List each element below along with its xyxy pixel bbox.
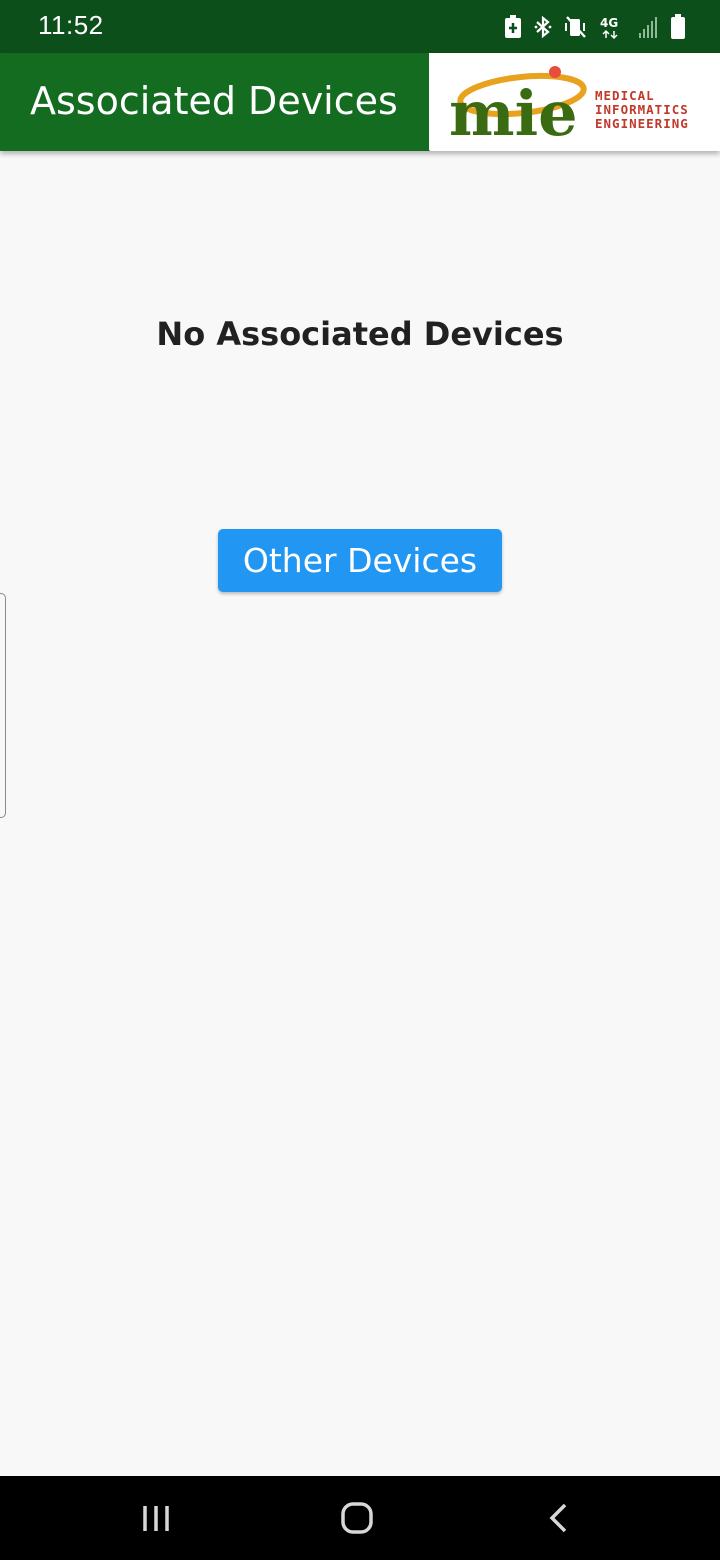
navigation-bar <box>0 1476 720 1560</box>
app-bar: Associated Devices mie MEDICAL INFORMATI… <box>0 53 720 151</box>
home-icon <box>341 1502 373 1534</box>
status-bar: 11:52 4G <box>0 0 720 53</box>
status-icons: 4G <box>504 13 686 41</box>
page-title: Associated Devices <box>30 79 398 123</box>
mie-logo-mark: mie <box>449 66 587 150</box>
4g-lte-icon: 4G <box>600 16 618 40</box>
recents-icon <box>143 1506 169 1531</box>
battery-icon <box>671 14 685 39</box>
mie-logo: mie MEDICAL INFORMATICS ENGINEERING <box>429 53 720 151</box>
logo-line-2: INFORMATICS <box>595 102 689 117</box>
recents-button[interactable] <box>116 1492 196 1544</box>
no-devices-message: No Associated Devices <box>156 315 564 353</box>
logo-line-1: MEDICAL <box>595 88 655 103</box>
back-button[interactable] <box>519 1492 599 1544</box>
signal-icon <box>639 17 657 38</box>
status-time: 11:52 <box>38 10 104 40</box>
vibrate-mute-icon <box>565 16 586 38</box>
svg-text:mie: mie <box>449 77 578 150</box>
logo-line-3: ENGINEERING <box>595 116 689 131</box>
home-button[interactable] <box>317 1492 397 1544</box>
battery-saver-icon <box>505 15 521 38</box>
back-icon <box>549 1503 567 1533</box>
edge-panel-handle[interactable] <box>0 593 6 818</box>
bluetooth-icon <box>534 15 552 39</box>
logo-text: MEDICAL INFORMATICS ENGINEERING <box>595 89 689 131</box>
other-devices-button[interactable]: Other Devices <box>218 529 502 592</box>
svg-text:4G: 4G <box>600 16 618 30</box>
